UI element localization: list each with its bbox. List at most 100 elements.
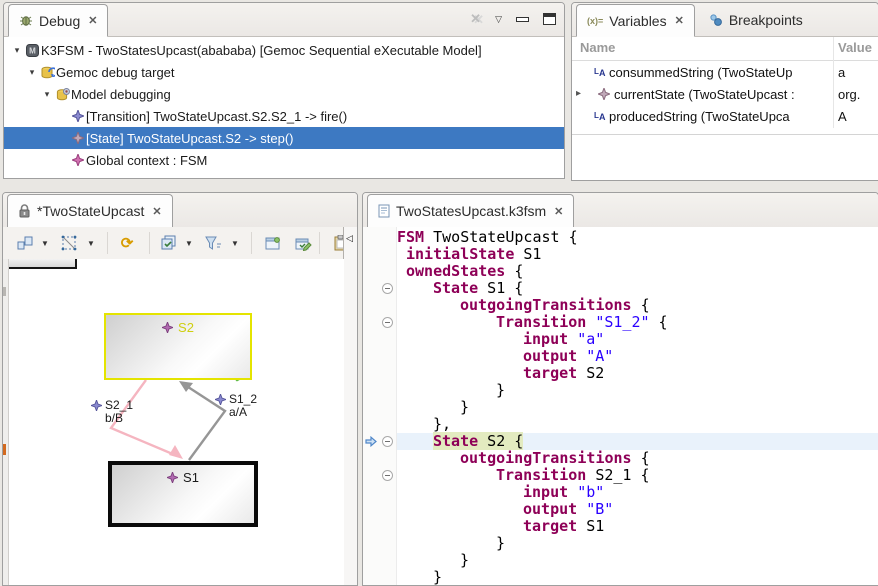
- lock-icon: [18, 204, 31, 218]
- code-line[interactable]: target S1: [397, 518, 878, 535]
- layers-dropdown-icon[interactable]: ▼: [185, 239, 193, 248]
- close-icon[interactable]: ✕: [554, 205, 563, 218]
- code-line[interactable]: }: [397, 552, 878, 569]
- diagram-editor: *TwoStateUpcast ✕ ▼ ▼ ⟳ ▼ ▼: [2, 192, 358, 586]
- debug-tree-row[interactable]: ▾ Model debugging: [4, 83, 564, 105]
- context-diamond-icon: [69, 154, 86, 166]
- state-node-s2[interactable]: S2: [104, 313, 252, 380]
- code-line[interactable]: State S2 {: [397, 433, 878, 450]
- tab-variables[interactable]: (x)= Variables ✕: [576, 4, 695, 37]
- tab-k3fsm-label: TwoStatesUpcast.k3fsm: [396, 203, 546, 219]
- variable-row[interactable]: ▸currentState (TwoStateUpcast :org.: [572, 84, 878, 106]
- tab-breakpoints-label: Breakpoints: [729, 12, 803, 28]
- fold-collapse-icon[interactable]: [382, 436, 393, 447]
- fold-collapse-icon[interactable]: [382, 470, 393, 481]
- collapse-palette-icon[interactable]: ◁: [346, 233, 353, 244]
- close-icon[interactable]: ✕: [88, 14, 97, 27]
- tab-diagram[interactable]: *TwoStateUpcast ✕: [7, 194, 173, 228]
- code-line[interactable]: outgoingTransitions {: [397, 297, 878, 314]
- filter-icon[interactable]: [203, 233, 223, 253]
- expand-arrow-icon[interactable]: ▾: [25, 67, 39, 78]
- code-line[interactable]: input "b": [397, 484, 878, 501]
- local-variable-icon: LA: [593, 66, 607, 77]
- code-line[interactable]: initialState S1: [397, 246, 878, 263]
- debug-tree-row[interactable]: [State] TwoStateUpcast.S2 -> step(): [4, 127, 564, 149]
- folding-ruler: [380, 227, 397, 585]
- arrange-dropdown-icon[interactable]: ▼: [41, 239, 49, 248]
- expand-arrow-icon[interactable]: ▸: [576, 88, 581, 99]
- code-line[interactable]: Transition S2_1 {: [397, 467, 878, 484]
- column-value[interactable]: Value: [838, 40, 872, 55]
- fold-collapse-icon[interactable]: [382, 317, 393, 328]
- code-line[interactable]: outgoingTransitions {: [397, 450, 878, 467]
- refresh-icon[interactable]: ⟳: [117, 233, 137, 253]
- fold-collapse-icon[interactable]: [382, 283, 393, 294]
- maximize-icon[interactable]: [543, 13, 556, 25]
- debug-tree-row[interactable]: Global context : FSM: [4, 149, 564, 171]
- code-line[interactable]: },: [397, 416, 878, 433]
- svg-text:A: A: [599, 112, 606, 121]
- minimize-icon[interactable]: [516, 17, 529, 22]
- arrange-all-icon[interactable]: [15, 233, 35, 253]
- expand-arrow-icon[interactable]: ▾: [40, 89, 54, 100]
- tab-breakpoints[interactable]: Breakpoints: [699, 4, 813, 36]
- debug-view: Debug ✕ ✕ ▽ ▾MK3FSM - TwoStatesUpcast(ab…: [3, 2, 565, 179]
- state-diamond-icon: [69, 132, 86, 144]
- current-instruction-pointer-icon: [365, 436, 377, 447]
- debug-tree-row[interactable]: ▾ Gemoc debug target: [4, 61, 564, 83]
- view-menu-icon[interactable]: ▽: [495, 14, 502, 25]
- transition-label-s2-1[interactable]: S2_1 b/B: [91, 399, 133, 425]
- palette-strip[interactable]: ◁: [343, 227, 357, 585]
- code-line[interactable]: }: [397, 382, 878, 399]
- column-name[interactable]: Name: [580, 40, 615, 55]
- state-s2-label: S2: [178, 320, 194, 335]
- code-line[interactable]: ownedStates {: [397, 263, 878, 280]
- variable-name: currentState (TwoStateUpcast :: [614, 87, 828, 102]
- edit-mode-icon[interactable]: [293, 233, 313, 253]
- diagram-canvas[interactable]: S2 S1 S2_1 b/B S1_2 a/A: [3, 259, 344, 585]
- debug-bug-icon: [19, 14, 33, 28]
- debug-tree-label: [Transition] TwoStateUpcast.S2.S2_1 -> f…: [86, 109, 347, 124]
- variable-value: A: [838, 109, 847, 124]
- show-properties-icon[interactable]: [263, 233, 283, 253]
- model-debugging-icon: [54, 88, 71, 101]
- layers-icon[interactable]: [159, 233, 179, 253]
- code-lines: FSM TwoStateUpcast {initialState S1owned…: [397, 229, 878, 586]
- code-line[interactable]: target S2: [397, 365, 878, 382]
- variables-view: (x)= Variables ✕ Breakpoints Name Value …: [571, 2, 878, 181]
- transition-label-s1-2[interactable]: S1_2 a/A: [215, 393, 257, 419]
- transition-io-label: a/A: [215, 406, 257, 419]
- code-line[interactable]: }: [397, 399, 878, 416]
- filter-dropdown-icon[interactable]: ▼: [231, 239, 239, 248]
- code-line[interactable]: }: [397, 535, 878, 552]
- state-diamond-icon: [162, 322, 173, 333]
- variable-row[interactable]: LAconsummedString (TwoStateUpa: [572, 62, 878, 84]
- remove-all-terminated-icon[interactable]: ✕: [470, 11, 481, 27]
- close-icon[interactable]: ✕: [675, 14, 684, 27]
- select-dropdown-icon[interactable]: ▼: [87, 239, 95, 248]
- code-line[interactable]: }: [397, 569, 878, 586]
- code-line[interactable]: State S1 {: [397, 280, 878, 297]
- debug-tree-row[interactable]: [Transition] TwoStateUpcast.S2.S2_1 -> f…: [4, 105, 564, 127]
- code-line[interactable]: FSM TwoStateUpcast {: [397, 229, 878, 246]
- variable-row[interactable]: LAproducedString (TwoStateUpcaA: [572, 106, 878, 128]
- code-line[interactable]: output "A": [397, 348, 878, 365]
- breakpoints-icon: [709, 13, 723, 27]
- code-line[interactable]: Transition "S1_2" {: [397, 314, 878, 331]
- tab-debug[interactable]: Debug ✕: [8, 4, 108, 37]
- code-area[interactable]: FSM TwoStateUpcast {initialState S1owned…: [363, 227, 878, 585]
- state-diamond-icon: [598, 88, 610, 100]
- debug-tree-row[interactable]: ▾MK3FSM - TwoStatesUpcast(abababa) [Gemo…: [4, 39, 564, 61]
- state-node-s1[interactable]: S1: [108, 461, 258, 527]
- code-line[interactable]: output "B": [397, 501, 878, 518]
- debug-tree-label: Gemoc debug target: [56, 65, 175, 80]
- select-marquee-icon[interactable]: [59, 233, 79, 253]
- expand-arrow-icon[interactable]: ▾: [10, 45, 24, 56]
- variables-icon: (x)=: [587, 16, 603, 26]
- local-variable-icon: LA: [593, 110, 607, 121]
- transition-io-label: b/B: [91, 412, 133, 425]
- code-line[interactable]: input "a": [397, 331, 878, 348]
- close-icon[interactable]: ✕: [152, 205, 161, 218]
- tab-k3fsm-file[interactable]: TwoStatesUpcast.k3fsm ✕: [367, 194, 574, 228]
- debug-tree-label: Model debugging: [71, 87, 171, 102]
